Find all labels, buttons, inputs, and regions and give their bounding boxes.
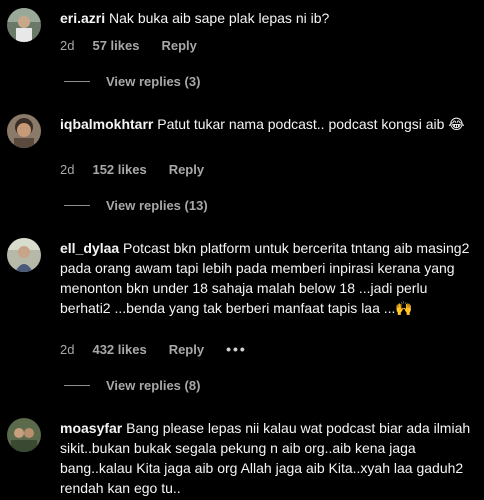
reply-button[interactable]: Reply xyxy=(169,342,204,357)
replies-divider xyxy=(64,80,90,82)
replies-divider xyxy=(64,204,90,206)
comment-username[interactable]: ell_dylaa xyxy=(60,240,119,256)
view-replies-button[interactable]: View replies (8) xyxy=(64,375,200,395)
reply-button[interactable]: Reply xyxy=(169,162,204,177)
avatar[interactable] xyxy=(7,114,41,148)
view-replies-label: View replies (3) xyxy=(106,73,201,89)
avatar[interactable] xyxy=(7,8,41,42)
comment-time: 2d xyxy=(60,341,75,357)
view-replies-button[interactable]: View replies (3) xyxy=(64,71,200,91)
comment-text: Patut tukar nama podcast.. podcast kongs… xyxy=(157,116,465,132)
avatar[interactable] xyxy=(7,418,41,452)
comment-body: iqbalmokhtarr Patut tukar nama podcast..… xyxy=(60,114,472,134)
comment-meta: 2d 432 likes Reply ••• xyxy=(60,339,269,359)
comment-text: Potcast bkn platform untuk bercerita tnt… xyxy=(60,240,470,316)
more-options-icon[interactable]: ••• xyxy=(226,341,247,357)
comment-text: Nak buka aib sape plak lepas ni ib? xyxy=(109,10,330,26)
comment-meta: 2d 152 likes Reply xyxy=(60,159,226,179)
comment-likes[interactable]: 152 likes xyxy=(92,162,146,177)
comment-body: moasyfar Bang please lepas nii kalau wat… xyxy=(60,418,472,498)
comment-time: 2d xyxy=(60,37,75,53)
comment-meta: 2d 57 likes Reply xyxy=(60,35,219,55)
comment-body: ell_dylaa Potcast bkn platform untuk ber… xyxy=(60,238,472,318)
replies-divider xyxy=(64,384,90,386)
comment-username[interactable]: iqbalmokhtarr xyxy=(60,116,153,132)
comment-text: Bang please lepas nii kalau wat podcast … xyxy=(60,420,471,496)
avatar[interactable] xyxy=(7,238,41,272)
comment-likes[interactable]: 432 likes xyxy=(92,342,146,357)
comment-likes[interactable]: 57 likes xyxy=(92,38,139,53)
reply-button[interactable]: Reply xyxy=(161,38,196,53)
comment-body: eri.azri Nak buka aib sape plak lepas ni… xyxy=(60,8,472,28)
comment-username[interactable]: eri.azri xyxy=(60,10,105,26)
comment-username[interactable]: moasyfar xyxy=(60,420,122,436)
comment-time: 2d xyxy=(60,161,75,177)
view-replies-label: View replies (13) xyxy=(106,197,208,213)
view-replies-label: View replies (8) xyxy=(106,377,201,393)
view-replies-button[interactable]: View replies (13) xyxy=(64,195,208,215)
